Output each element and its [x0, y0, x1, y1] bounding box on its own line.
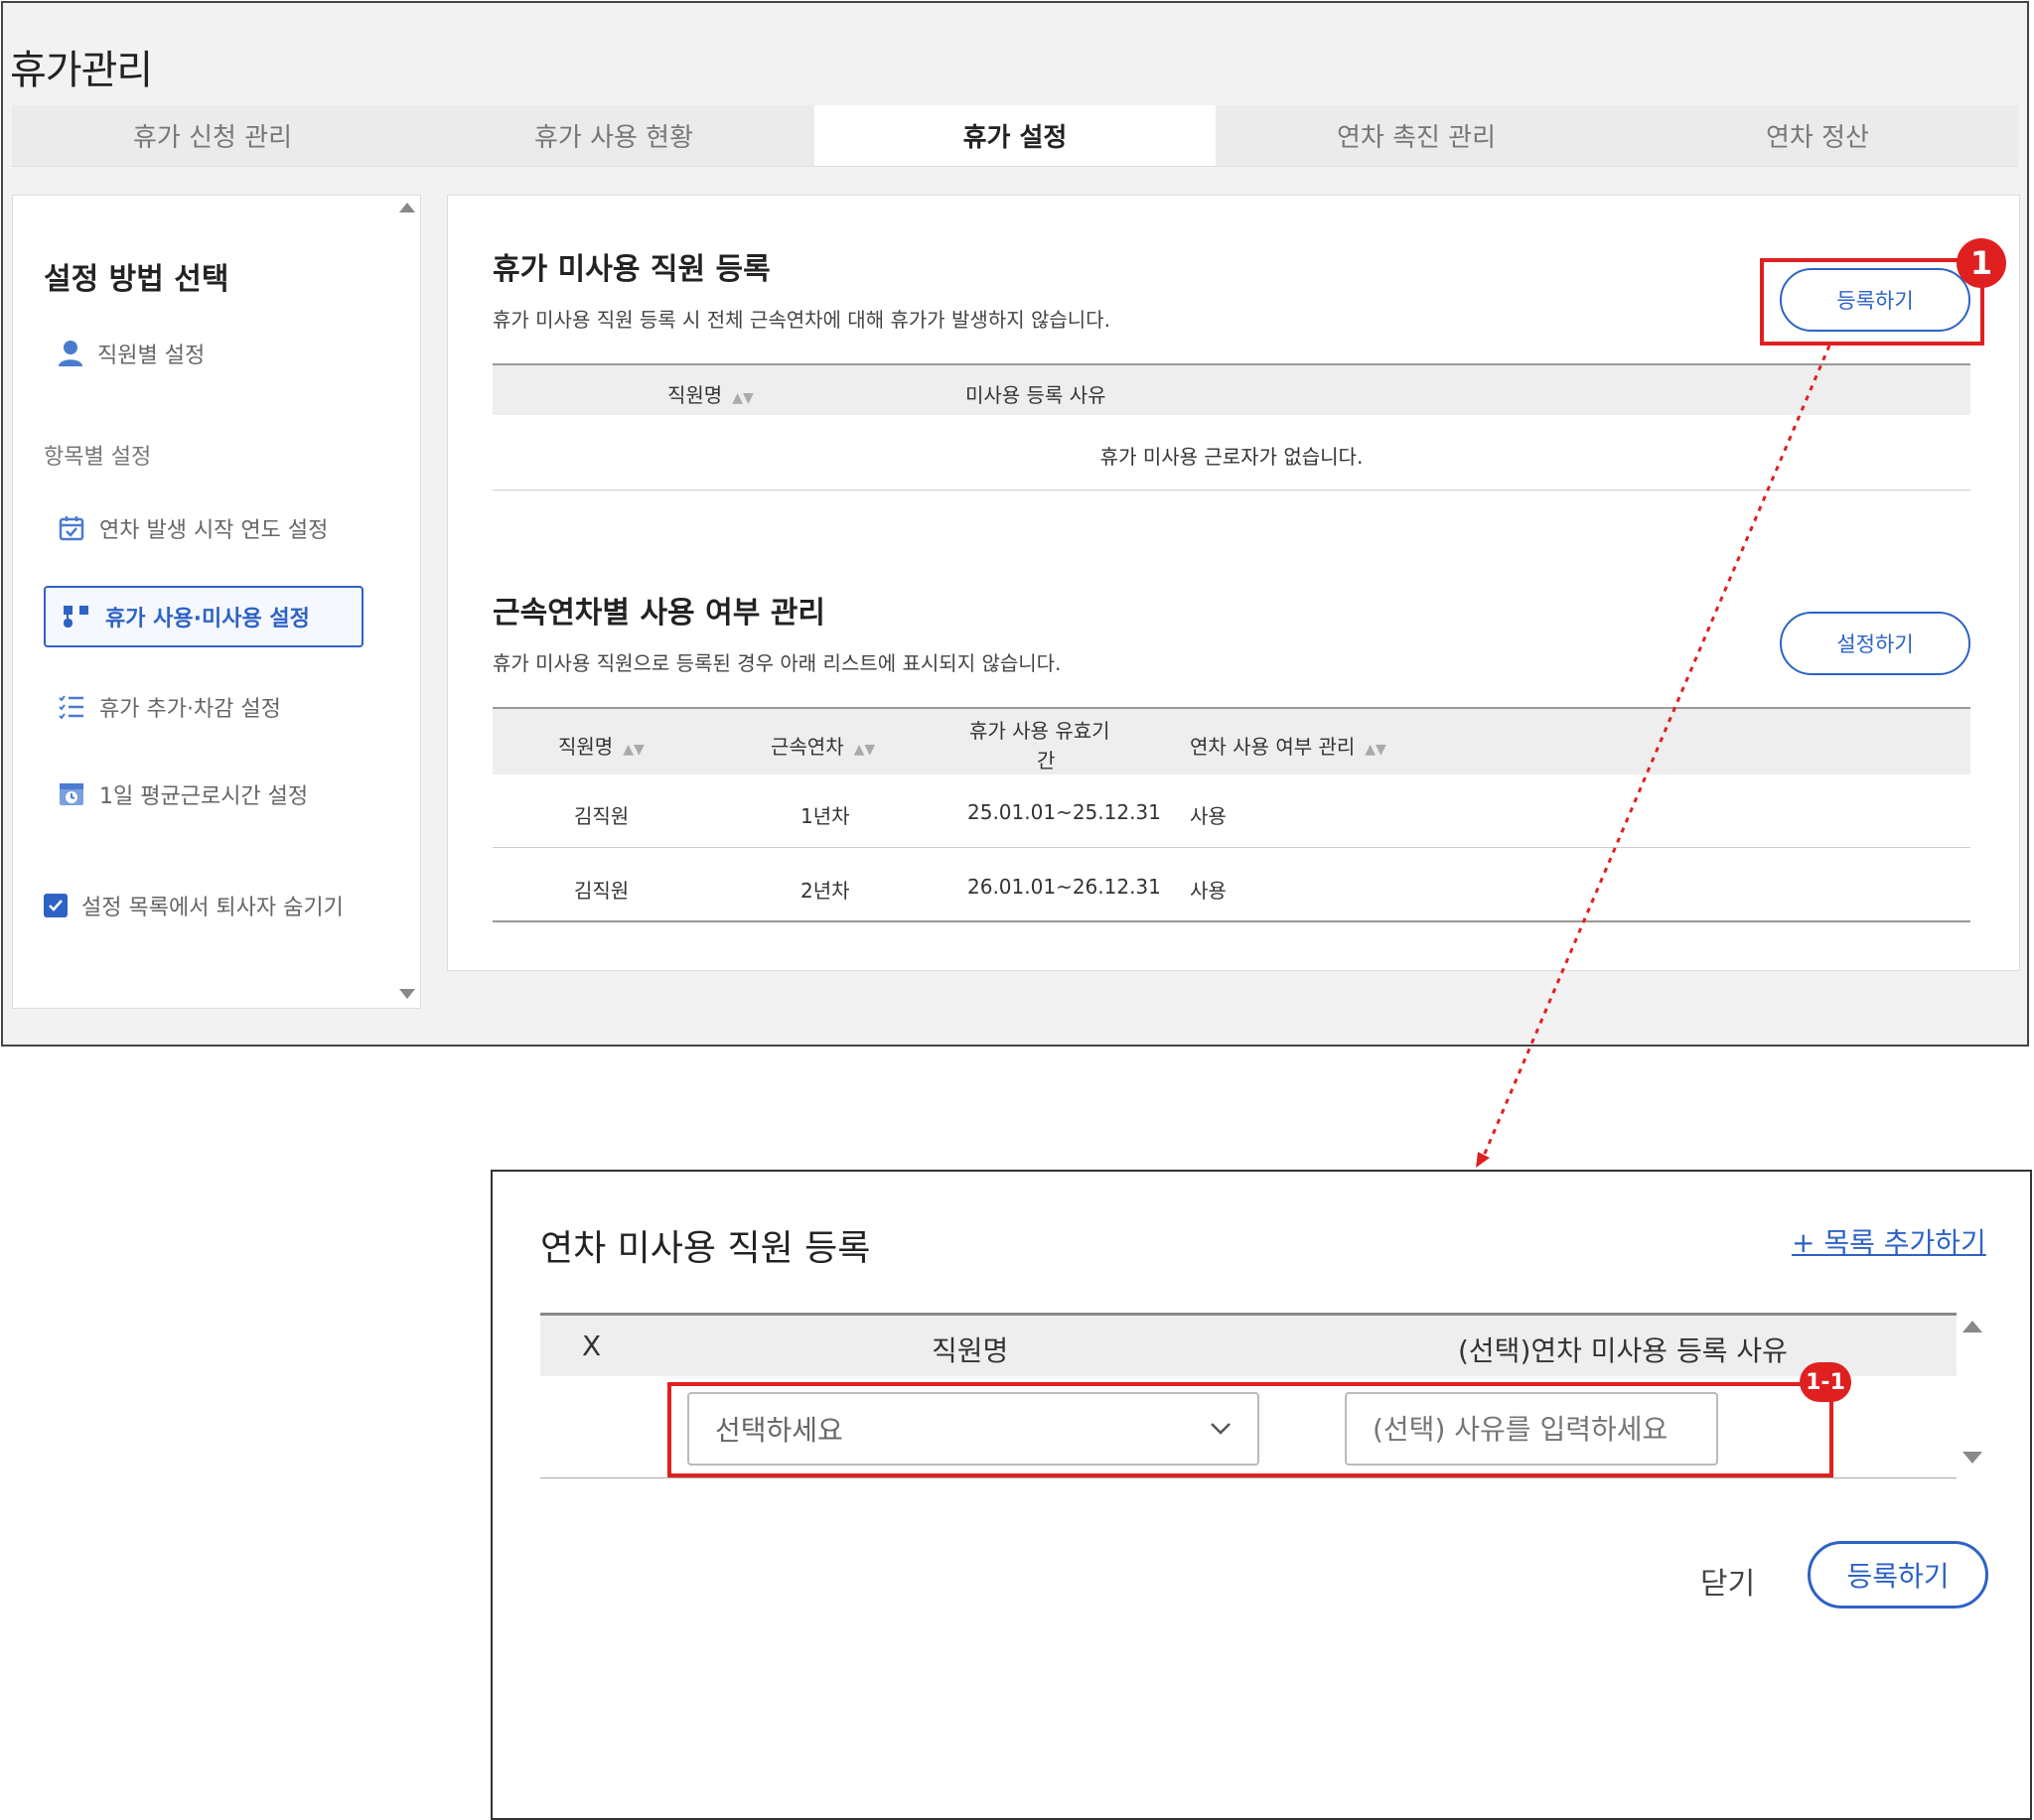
- modal-scroll-down-icon[interactable]: [1962, 1452, 1982, 1464]
- modal-title: 연차 미사용 직원 등록: [540, 1228, 871, 1269]
- column-header-delete: X: [582, 1330, 602, 1362]
- modal-row-divider: [540, 1477, 1957, 1478]
- select-placeholder: 선택하세요: [715, 1414, 843, 1447]
- modal-table-header: X 직원명 (선택)연차 미사용 등록 사유: [540, 1313, 1957, 1376]
- employee-select[interactable]: 선택하세요: [687, 1392, 1259, 1466]
- reason-input[interactable]: [1345, 1392, 1718, 1466]
- chevron-down-icon: [1211, 1423, 1231, 1435]
- add-row-link[interactable]: + 목록 추가하기: [1792, 1221, 1986, 1261]
- annotation-badge-1-1: 1-1: [1800, 1362, 1851, 1402]
- column-header-name: 직원명: [932, 1334, 1009, 1367]
- modal-scroll-up-icon[interactable]: [1962, 1321, 1982, 1332]
- close-button[interactable]: 닫기: [1700, 1559, 1755, 1603]
- modal-register-button[interactable]: 등록하기: [1808, 1541, 1988, 1609]
- column-header-reason: (선택)연차 미사용 등록 사유: [1458, 1334, 1788, 1367]
